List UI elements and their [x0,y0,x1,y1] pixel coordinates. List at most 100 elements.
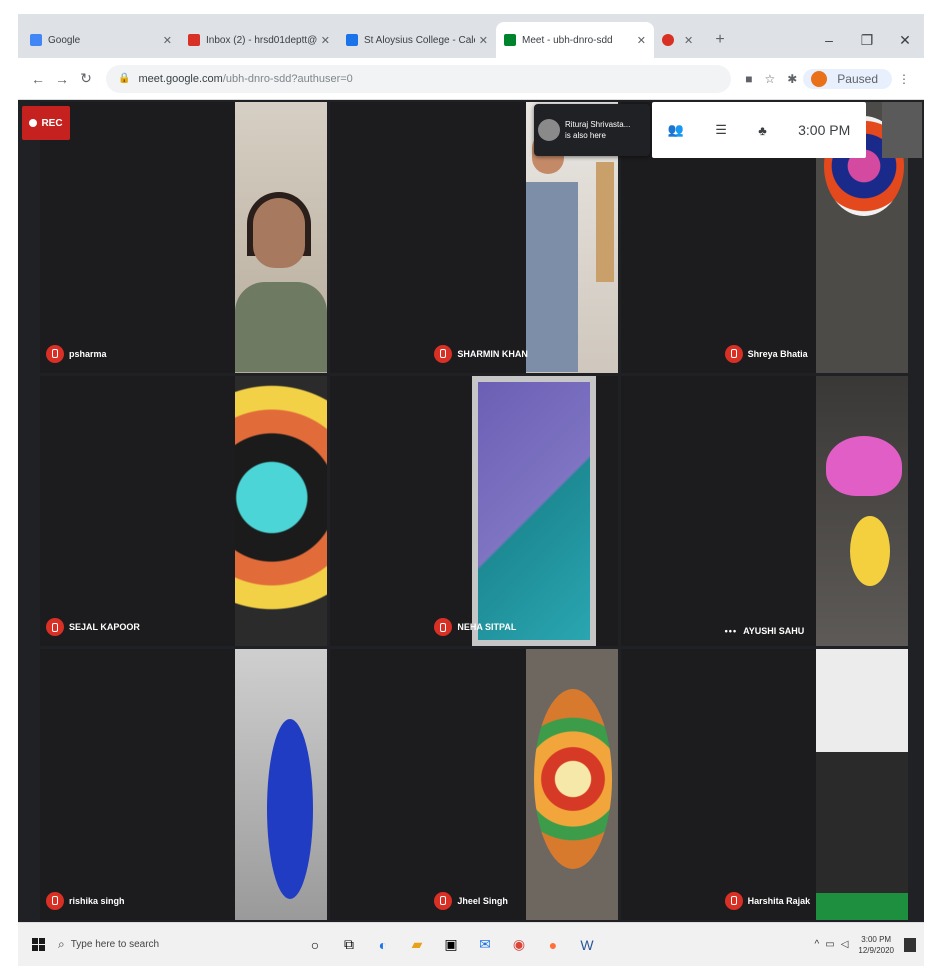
meet-favicon-icon [504,34,516,46]
minimize-button[interactable]: – [810,32,848,48]
paused-label: Paused [837,71,878,86]
back-icon[interactable]: ← [26,71,50,87]
edge-icon[interactable]: ◐ [368,933,398,957]
lock-icon: 🔒 [118,73,131,84]
participant-name: Shreya Bhatia [724,344,808,363]
participant-grid: psharma SHARMIN KHAN Shreya Bhatia SEJAL… [40,102,908,920]
participant-tile[interactable]: psharma [40,102,328,373]
avatar [811,70,828,87]
extensions-icon[interactable]: ✱ [787,72,797,86]
close-icon[interactable]: ✕ [163,34,172,47]
participant-name: SHARMIN KHAN [434,344,528,363]
profile-paused-button[interactable]: Paused [803,68,892,89]
chrome-icon[interactable]: ◉ [504,933,534,957]
browser-toolbar: ■ ☆ ✱ Paused ⋮ [739,68,916,89]
mic-off-icon [46,344,64,363]
chat-icon[interactable]: ☰ [715,122,727,138]
mic-off-icon [724,891,743,910]
taskbar-search[interactable]: ⌕ Type here to search [58,937,288,952]
participant-video [525,649,618,920]
forward-icon[interactable]: → [50,71,74,87]
participant-name: ••• AYUSHI SAHU [724,626,805,637]
notification-text: is also here [565,131,606,140]
participant-name: Jheel Singh [434,891,508,910]
browser-tab-bar: Google ✕ Inbox (2) - hrsd01deptt@stalo ✕… [18,14,924,58]
tab-recording[interactable]: ✕ [654,22,706,58]
meet-top-bar: 👥 ☰ ♣ 3:00 PM [652,102,866,158]
meeting-time: 3:00 PM [798,122,851,138]
firefox-icon[interactable]: ● [538,933,568,957]
word-icon[interactable]: W [572,933,602,957]
participant-tile[interactable]: Harshita Rajak [620,649,908,920]
participant-video [471,375,596,647]
join-notification: Rituraj Shrivasta... is also here [534,104,650,156]
tab-meet[interactable]: Meet - ubh-dnro-sdd ✕ [496,22,654,58]
task-view-icon[interactable]: ⧉ [334,933,364,957]
recording-badge: REC [22,106,70,140]
tab-gmail[interactable]: Inbox (2) - hrsd01deptt@stalo ✕ [180,22,338,58]
url-field[interactable]: 🔒 meet.google.com /ubh-dnro-sdd?authuser… [106,64,732,93]
mic-off-icon [724,344,743,363]
cortana-icon[interactable]: ○ [300,933,330,957]
windows-logo-icon [31,938,45,951]
google-favicon-icon [30,34,42,46]
speaking-indicator-icon: ••• [724,626,738,637]
tab-calendar[interactable]: St Aloysius College - Calendar ✕ [338,22,496,58]
close-window-button[interactable]: ✕ [886,32,924,49]
menu-icon[interactable]: ⋮ [898,72,910,86]
recording-dot-icon [662,34,674,46]
participant-tile[interactable]: SEJAL KAPOOR [40,375,328,647]
tab-google[interactable]: Google ✕ [22,22,180,58]
search-placeholder: Type here to search [70,939,160,950]
reload-icon[interactable]: ↻ [74,70,98,87]
taskbar-apps: ○ ⧉ ◐ ▰ ▣ ✉ ◉ ● W [298,933,604,957]
close-icon[interactable]: ✕ [684,34,693,47]
notifications-icon[interactable] [904,937,916,952]
mail-icon[interactable]: ✉ [470,933,500,957]
camera-icon[interactable]: ■ [745,72,752,86]
notification-name: Rituraj Shrivasta... [565,120,631,129]
taskbar-clock[interactable]: 3:00 PM 12/9/2020 [858,934,894,956]
close-icon[interactable]: ✕ [479,34,488,47]
chevron-up-icon[interactable]: ^ [815,939,820,950]
windows-taskbar: ⌕ Type here to search ○ ⧉ ◐ ▰ ▣ ✉ ◉ ● W … [18,922,924,966]
tab-title: Inbox (2) - hrsd01deptt@stalo [206,34,317,46]
mic-off-icon [434,891,453,910]
maximize-button[interactable]: ❐ [848,32,886,49]
participant-name: rishika singh [46,891,125,910]
window-controls: – ❐ ✕ [810,22,924,58]
participant-tile[interactable]: rishika singh [40,649,328,920]
file-explorer-icon[interactable]: ▰ [402,933,432,957]
new-tab-button[interactable]: + [706,22,734,58]
participant-video [235,375,328,647]
avatar [538,119,560,141]
clock-date: 12/9/2020 [858,945,894,955]
people-icon[interactable]: 👥 [668,122,684,138]
participant-video [816,375,908,647]
meet-stage: psharma SHARMIN KHAN Shreya Bhatia SEJAL… [18,100,924,922]
start-button[interactable] [18,938,58,951]
url-host: meet.google.com [138,72,223,85]
tab-title: Google [48,34,81,46]
search-icon: ⌕ [58,937,65,951]
mic-off-icon [46,891,64,910]
participant-tile[interactable]: ••• AYUSHI SAHU [620,375,908,647]
participant-tile[interactable]: Jheel Singh [330,649,618,920]
gmail-favicon-icon [188,34,200,46]
tab-title: St Aloysius College - Calendar [364,34,475,46]
url-path: /ubh-dnro-sdd?authuser=0 [222,72,353,85]
self-view-video[interactable] [882,102,922,158]
participant-name: psharma [46,344,107,363]
calendar-favicon-icon [346,34,358,46]
tab-title: Meet - ubh-dnro-sdd [522,34,613,46]
close-icon[interactable]: ✕ [637,34,646,47]
activities-icon[interactable]: ♣ [758,123,767,138]
store-icon[interactable]: ▣ [436,933,466,957]
bookmark-star-icon[interactable]: ☆ [764,72,775,86]
participant-tile[interactable]: NEHA SITPAL [330,375,618,647]
mic-off-icon [46,618,64,637]
volume-icon[interactable]: ◁ [841,939,849,950]
mic-off-icon [434,344,453,363]
network-icon[interactable]: ▭ [825,939,834,950]
close-icon[interactable]: ✕ [321,34,330,47]
